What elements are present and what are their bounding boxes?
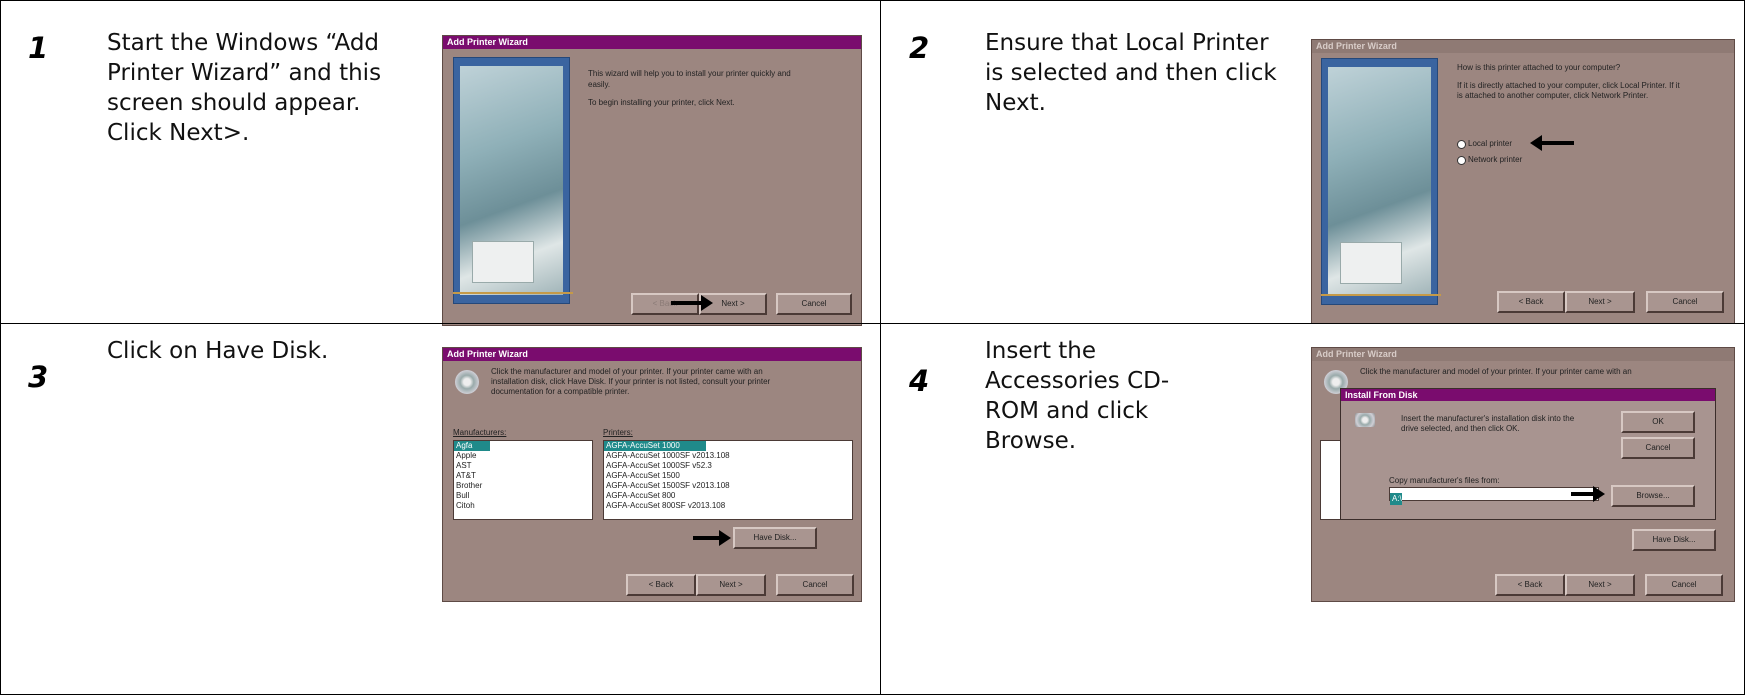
list-item[interactable]: Brother [454,481,592,491]
have-disk-button[interactable]: Have Disk... [733,527,817,549]
wizard-text-2: easily. [588,80,611,89]
printer-illustration [1321,58,1438,305]
list-item[interactable]: Bull [454,491,592,501]
pointer-arrow-icon [1571,486,1605,502]
printers-list[interactable]: AGFA-AccuSet 1000 AGFA-AccuSet 1000SF v2… [603,440,853,520]
list-item[interactable]: AGFA-AccuSet 1000SF v2013.108 [604,451,852,461]
step-cell-4: 4 Insert the Accessories CD-ROM and clic… [880,323,1745,695]
dialog-title: Add Printer Wizard [1312,40,1734,53]
divider-line [1321,294,1441,296]
install-from-disk-dialog: Install From Disk Insert the manufacture… [1340,388,1716,520]
list-item[interactable]: AGFA-AccuSet 1500 [604,471,852,481]
dialog-title: Add Printer Wizard [443,348,861,361]
radio-network-printer[interactable] [1457,156,1466,165]
step-cell-2: 2 Ensure that Local Printer is selected … [880,0,1745,324]
wizard-text-3: To begin installing your printer, click … [588,98,735,107]
step-number: 3 [28,360,49,394]
instruction-table: 1 Start the Windows “Add Printer Wizard”… [0,0,1745,695]
pointer-arrow-icon [1530,135,1574,151]
manufacturers-list[interactable]: Agfa Apple AST AT&T Brother Bull Citoh [453,440,593,520]
cancel-button[interactable]: Cancel [1645,574,1723,596]
back-button[interactable]: < Back [1495,574,1565,596]
paper-shape [1340,242,1402,284]
cancel-button[interactable]: Cancel [776,574,854,596]
copy-files-label: Copy manufacturer's files from: [1389,476,1500,485]
list-item[interactable]: AST [454,461,592,471]
list-item[interactable]: Apple [454,451,592,461]
list-item[interactable]: AGFA-AccuSet 1000 [604,441,706,451]
pointer-arrow-icon [671,295,713,311]
step-cell-1: 1 Start the Windows “Add Printer Wizard”… [0,0,880,326]
next-button[interactable]: Next > [1565,574,1635,596]
wizard-text-3: is attached to another computer, click N… [1457,91,1649,100]
input-value: A:\ [1390,493,1402,505]
list-item[interactable]: AGFA-AccuSet 1000SF v52.3 [604,461,852,471]
list-item[interactable]: AGFA-AccuSet 800 [604,491,852,501]
local-printer-label[interactable]: Local printer [1468,138,1512,149]
add-printer-wizard-screenshot: Add Printer Wizard How is this printer a… [1311,39,1735,324]
next-button[interactable]: Next > [1565,291,1635,313]
sub-text-2: drive selected, and then click OK. [1401,424,1520,433]
browse-button[interactable]: Browse... [1611,485,1695,507]
step-instruction: Start the Windows “Add Printer Wizard” a… [107,30,382,146]
step-instruction: Click on Have Disk. [107,338,329,364]
manufacturers-label: Manufacturers: [453,428,507,437]
ok-button[interactable]: OK [1621,411,1695,433]
step-cell-3: 3 Click on Have Disk. Add Printer Wizard… [0,323,880,695]
divider-line [453,292,573,294]
sub-dialog-title: Install From Disk [1341,389,1715,401]
paper-shape [472,241,534,283]
step-instruction: Insert the Accessories CD-ROM and click … [985,338,1170,454]
have-disk-button[interactable]: Have Disk... [1632,529,1716,551]
wizard-text-1: How is this printer attached to your com… [1457,63,1621,72]
list-item[interactable]: Agfa [454,441,490,451]
step-number: 1 [28,31,49,65]
next-button[interactable]: Next > [696,574,766,596]
list-item[interactable]: Citoh [454,501,592,511]
copy-files-input[interactable]: A:\ [1389,487,1599,505]
printer-disk-icon [455,370,479,394]
back-button[interactable]: < Back [626,574,696,596]
disk-drive-icon [1355,413,1375,427]
pointer-arrow-icon [693,530,731,546]
printer-illustration [453,57,570,304]
add-printer-wizard-screenshot: Add Printer Wizard Click the manufacture… [1311,347,1735,602]
list-item[interactable]: AGFA-AccuSet 800SF v2013.108 [604,501,852,511]
radio-local-printer[interactable] [1457,140,1466,149]
step-number: 4 [909,364,930,398]
wizard-text-1: Click the manufacturer and model of your… [1360,367,1632,376]
sub-cancel-button[interactable]: Cancel [1621,437,1695,459]
step-instruction: Ensure that Local Printer is selected an… [985,30,1277,116]
dialog-title: Add Printer Wizard [1312,348,1734,361]
network-printer-label[interactable]: Network printer [1468,154,1522,165]
add-printer-wizard-screenshot: Add Printer Wizard Click the manufacture… [442,347,862,602]
cancel-button[interactable]: Cancel [1646,291,1724,313]
back-button[interactable]: < Back [1497,291,1565,313]
list-item[interactable]: AT&T [454,471,592,481]
list-item[interactable]: AGFA-AccuSet 1500SF v2013.108 [604,481,852,491]
wizard-text-3: documentation for a compatible printer. [491,387,630,396]
printers-label: Printers: [603,428,633,437]
add-printer-wizard-screenshot: Add Printer Wizard This wizard will help… [442,35,862,326]
step-number: 2 [909,31,930,65]
wizard-text-1: This wizard will help you to install you… [588,69,791,78]
dialog-title: Add Printer Wizard [443,36,861,49]
cancel-button[interactable]: Cancel [776,293,852,315]
